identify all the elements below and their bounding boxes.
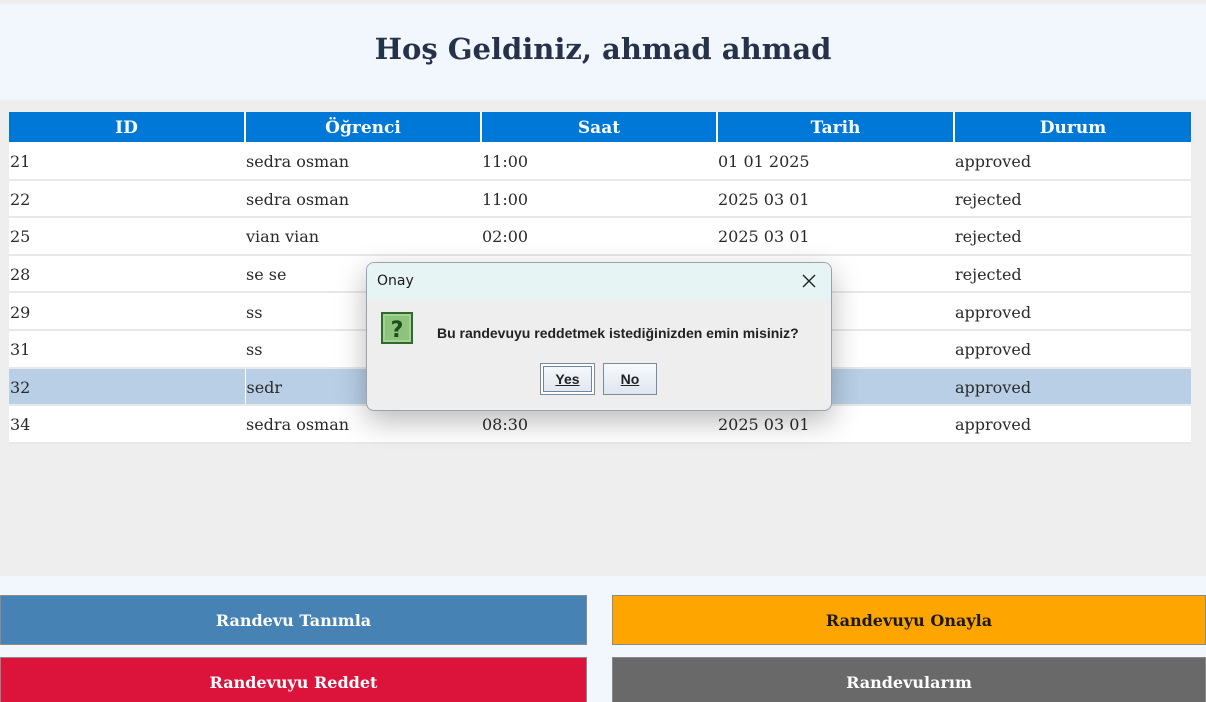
question-icon: ? <box>380 311 414 345</box>
my-appointments-button[interactable]: Randevularım <box>612 657 1206 702</box>
cell-id: 29 <box>9 292 245 331</box>
define-appointment-button[interactable]: Randevu Tanımla <box>0 595 587 645</box>
column-header-student[interactable]: Öğrenci <box>245 112 482 142</box>
welcome-header: Hoş Geldiniz, ahmad ahmad <box>0 4 1206 100</box>
cell-status: rejected <box>954 254 1191 294</box>
cell-student: sedra osman <box>245 179 481 219</box>
column-header-time[interactable]: Saat <box>481 112 718 142</box>
yes-button[interactable]: Yes <box>540 363 595 395</box>
cell-student: vian vian <box>245 217 481 256</box>
table-header-row: ID Öğrenci Saat Tarih Durum <box>9 112 1191 142</box>
cell-time: 11:00 <box>481 142 717 181</box>
cell-status: approved <box>954 142 1191 181</box>
cell-status: approved <box>954 292 1191 331</box>
cell-student: sedra osman <box>245 142 481 181</box>
dialog-title: Onay <box>377 273 414 289</box>
welcome-title: Hoş Geldiniz, ahmad ahmad <box>374 32 832 66</box>
cell-id: 32 <box>9 367 246 407</box>
cell-date: 01 01 2025 <box>717 142 954 181</box>
cell-id: 31 <box>9 329 245 369</box>
cell-id: 22 <box>9 179 245 219</box>
cell-time: 11:00 <box>481 179 717 219</box>
table-row[interactable]: 21 sedra osman 11:00 01 01 2025 approved <box>9 142 1191 181</box>
approve-appointment-button[interactable]: Randevuyu Onayla <box>612 595 1206 645</box>
column-header-date[interactable]: Tarih <box>717 112 955 142</box>
cell-status: rejected <box>954 179 1191 219</box>
table-row[interactable]: 22 sedra osman 11:00 2025 03 01 rejected <box>9 179 1191 219</box>
no-button[interactable]: No <box>603 363 657 395</box>
close-icon[interactable] <box>797 270 821 292</box>
svg-text:?: ? <box>391 318 404 343</box>
dialog-message: Bu randevuyu reddetmek istediğinizden em… <box>437 325 799 341</box>
cell-time: 02:00 <box>481 217 717 256</box>
table-row[interactable]: 25 vian vian 02:00 2025 03 01 rejected <box>9 217 1191 256</box>
cell-id: 25 <box>9 217 245 256</box>
cell-id: 34 <box>9 405 245 444</box>
cell-status: rejected <box>954 217 1191 256</box>
cell-status: approved <box>954 367 1191 407</box>
dialog-title-bar[interactable]: Onay <box>367 263 831 300</box>
cell-date: 2025 03 01 <box>717 217 954 256</box>
cell-id: 21 <box>9 142 245 181</box>
cell-status: approved <box>954 329 1191 369</box>
cell-id: 28 <box>9 254 245 294</box>
column-header-status[interactable]: Durum <box>954 112 1191 142</box>
reject-appointment-button[interactable]: Randevuyu Reddet <box>0 657 587 702</box>
column-header-id[interactable]: ID <box>9 112 246 142</box>
cell-status: approved <box>954 405 1191 444</box>
confirm-dialog: Onay ? Bu randevuyu reddetmek istediğini… <box>366 262 832 411</box>
cell-date: 2025 03 01 <box>717 179 954 219</box>
